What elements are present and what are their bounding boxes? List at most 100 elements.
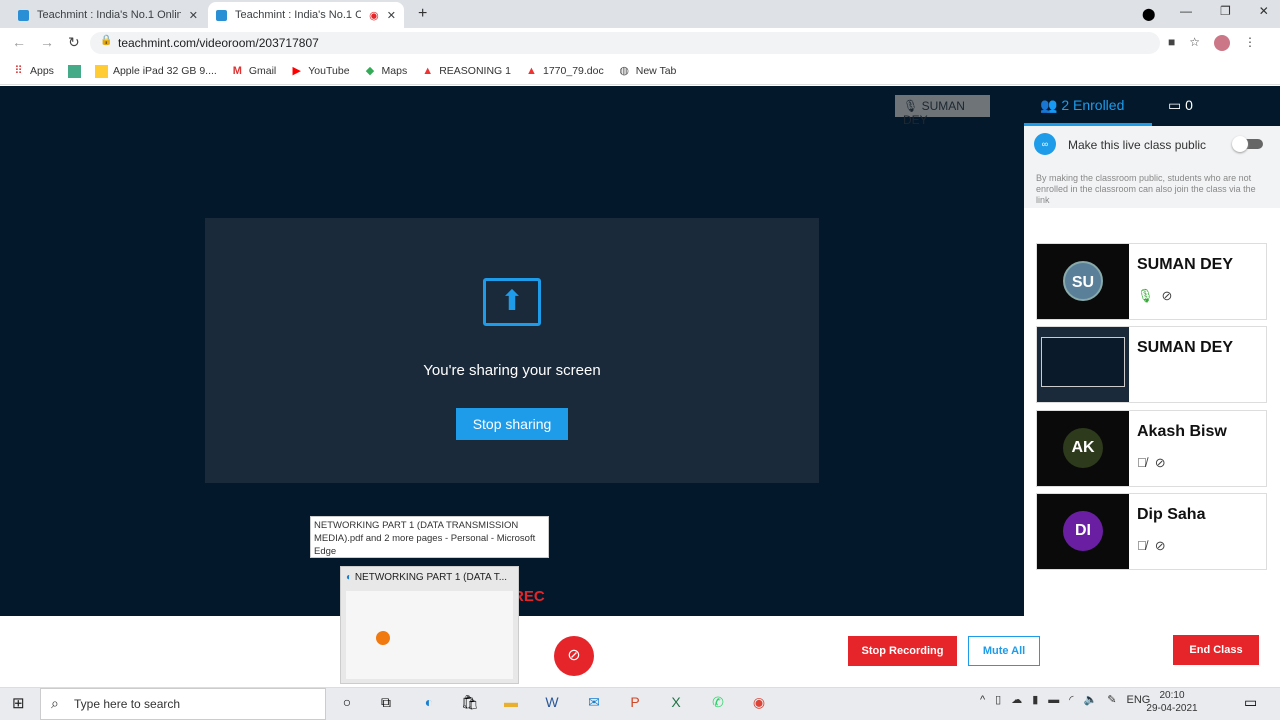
maps-icon: ◆ [365, 64, 375, 77]
microphone-icon[interactable]: ▮ [1032, 693, 1038, 706]
taskbar-tooltip: NETWORKING PART 1 (DATA TRANSMISSION MED… [310, 516, 549, 558]
browser-tab-active[interactable]: Teachmint : India's No.1 Onli ◉ ✕ [208, 2, 404, 28]
bookmark-flipkart[interactable]: Apple iPad 32 GB 9.... [94, 64, 217, 78]
video-off-icon[interactable]: ⊘ [1162, 288, 1173, 304]
close-tab-icon[interactable]: ✕ [387, 9, 396, 22]
whatsapp-icon[interactable]: ✆ [708, 694, 728, 712]
close-window-icon[interactable]: ✕ [1259, 4, 1269, 18]
taskbar-search-input[interactable]: ⌕ Type here to search [40, 688, 326, 720]
mic-icon: 🎙 [903, 99, 919, 113]
stop-sharing-button[interactable]: Stop sharing [456, 408, 568, 440]
participant-card[interactable]: DI Dip Saha 🎙̸ ⊘ [1036, 493, 1267, 570]
public-class-label: Make this live class public [1068, 138, 1207, 152]
link-icon: ∞ [1034, 133, 1056, 155]
tab-chat[interactable]: ▭ 0 [1168, 97, 1193, 114]
bookmark-youtube[interactable]: ▶ YouTube [290, 64, 350, 78]
bookmark-doc[interactable]: ▲ 1770_79.doc [525, 65, 604, 78]
close-tab-icon[interactable]: ✕ [189, 9, 198, 22]
youtube-icon: ▶ [292, 64, 301, 77]
new-tab-button[interactable]: + [418, 5, 427, 23]
back-icon[interactable]: ← [12, 34, 26, 51]
public-class-description: By making the classroom public, students… [1036, 173, 1256, 205]
video-off-icon[interactable]: ⊘ [1155, 455, 1166, 471]
globe-icon: ◍ [619, 64, 630, 77]
avatar: SU [1063, 261, 1103, 301]
search-icon: ⌕ [51, 695, 59, 711]
teachmint-favicon-icon [216, 9, 227, 21]
battery-icon[interactable]: ▬ [1048, 694, 1059, 706]
flipkart-icon [94, 64, 108, 78]
camera-icon[interactable]: ■ [1168, 35, 1175, 51]
mail-icon[interactable]: ✉ [584, 694, 604, 712]
bookmark-reasoning[interactable]: ▲ REASONING 1 [421, 65, 511, 78]
mic-off-icon[interactable]: 🎙̸ [1137, 538, 1147, 554]
teachmint-favicon-icon [18, 9, 29, 21]
recording-icon: ◉ [369, 9, 379, 22]
url-input[interactable]: 🔒 teachmint.com/videoroom/203717807 [90, 32, 1160, 54]
video-off-icon[interactable]: ⊘ [1155, 538, 1166, 554]
show-hidden-icons-icon[interactable]: ^ [980, 694, 985, 706]
avatar: AK [1063, 428, 1103, 468]
wifi-icon[interactable]: ◜ [1069, 693, 1073, 706]
end-class-button[interactable]: End Class [1173, 635, 1259, 665]
excel-icon[interactable]: X [666, 694, 686, 712]
lock-icon: 🔒 [100, 35, 113, 46]
bookmark-star-icon[interactable]: ☆ [1189, 35, 1200, 51]
bookmark-gmail[interactable]: M Gmail [231, 64, 277, 78]
participant-card[interactable]: AK Akash Bisw 🎙̸ ⊘ [1036, 410, 1267, 487]
windows-start-icon[interactable]: ⊞ [12, 694, 25, 712]
active-speaker-badge: 🎙 SUMAN DEY [895, 95, 990, 127]
mute-all-button[interactable]: Mute All [968, 636, 1040, 666]
system-tray: ^ ▯ ☁ ▮ ▬ ◜ 🔈 ✎ ENG [980, 693, 1150, 707]
browser-tab[interactable]: Teachmint : India's No.1 Online tu✕ [10, 2, 206, 28]
cortana-icon[interactable]: ○ [337, 694, 357, 712]
google-icon [67, 64, 81, 78]
pen-icon[interactable]: ✎ [1107, 693, 1116, 706]
screen-share-panel [205, 218, 819, 483]
chat-icon: ▭ [1168, 97, 1182, 113]
file-explorer-icon[interactable]: ▬ [501, 694, 521, 712]
mic-off-icon[interactable]: 🎙̸ [1137, 455, 1147, 471]
apps-grid-icon: ⠿ [14, 64, 23, 77]
bookmark-new-tab[interactable]: ◍ New Tab [618, 64, 676, 78]
mic-on-icon[interactable]: 🎙 [1137, 288, 1154, 304]
participant-card[interactable]: SU SUMAN DEY 🎙 ⊘ [1036, 243, 1267, 320]
avatar[interactable] [1214, 35, 1231, 51]
camera-off-button[interactable]: ⊘ [554, 636, 594, 676]
forward-icon[interactable]: → [40, 34, 54, 51]
sharing-status: You're sharing your screen [423, 362, 601, 379]
minimize-icon[interactable]: — [1180, 4, 1192, 18]
users-icon: 👥 [1040, 97, 1058, 113]
screen-share-thumbnail [1037, 327, 1129, 402]
edge-icon[interactable]: ◐ [419, 694, 439, 712]
window-preview-image [346, 591, 513, 679]
bookmark-google[interactable] [67, 64, 81, 78]
volume-icon[interactable]: 🔈 [1084, 693, 1098, 706]
word-icon[interactable]: W [542, 694, 562, 712]
share-screen-icon: ⬆ [483, 278, 541, 326]
avatar: DI [1063, 511, 1103, 551]
meet-now-icon[interactable]: ▯ [995, 693, 1001, 706]
chrome-icon[interactable]: ◉ [749, 694, 769, 712]
public-class-toggle[interactable] [1232, 136, 1263, 152]
gmail-icon: M [232, 64, 242, 77]
bookmarks-bar: ⠿ Apps Apple iPad 32 GB 9.... M Gmail ▶ You… [0, 58, 1280, 85]
profile-menu-icon[interactable]: ⬤ [1142, 7, 1155, 21]
bookmark-maps[interactable]: ◆ Maps [364, 64, 407, 78]
edge-icon: ◐ [346, 572, 353, 583]
stop-recording-button[interactable]: Stop Recording [848, 636, 957, 666]
maximize-icon[interactable]: ❐ [1220, 4, 1231, 18]
task-view-icon[interactable]: ⧉ [376, 694, 396, 712]
store-icon[interactable]: 🛍 [460, 694, 480, 712]
adda-icon: ▲ [422, 64, 434, 77]
tab-enrolled[interactable]: 👥 2 Enrolled [1040, 97, 1124, 114]
bookmark-apps[interactable]: ⠿ Apps [12, 64, 53, 78]
notifications-icon[interactable]: ▭ [1244, 694, 1257, 711]
control-bar [0, 616, 1280, 687]
reload-icon[interactable]: ↻ [68, 34, 80, 51]
clock[interactable]: 20:10 29-04-2021 [1140, 689, 1204, 715]
menu-icon[interactable]: ⋮ [1244, 35, 1256, 51]
onedrive-error-icon[interactable]: ☁ [1011, 693, 1022, 706]
participant-card[interactable]: SUMAN DEY [1036, 326, 1267, 403]
powerpoint-icon[interactable]: P [625, 694, 645, 712]
